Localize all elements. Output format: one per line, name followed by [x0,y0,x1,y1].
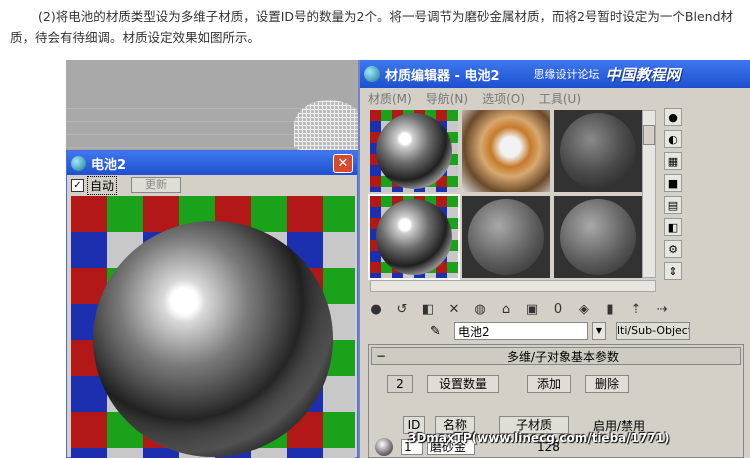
put-library-icon[interactable]: ▣ [522,299,542,319]
render-titlebar[interactable]: 电池2 ✕ [67,151,357,175]
auto-label: 自动 [87,175,118,195]
sample-slot-6[interactable] [554,196,642,278]
render-canvas [71,196,355,458]
collapse-icon: − [376,349,387,363]
sample-sphere [560,199,636,275]
sample-sphere [560,113,636,189]
set-count-button[interactable]: 设置数量 [427,375,499,393]
update-button[interactable]: 更新 [131,177,182,193]
get-material-icon[interactable]: ● [366,299,386,319]
uv-tiling-icon[interactable]: ▤ [664,196,682,214]
show-end-result-icon[interactable]: ▮ [600,299,620,319]
render-toolbar: ✓ 自动 更新 [67,175,357,195]
render-window-icon [71,155,86,171]
wireframe-object [294,100,364,150]
checker-icon[interactable]: ▦ [664,152,682,170]
go-parent-icon[interactable]: ⇡ [626,299,646,319]
navigator-icon[interactable]: ⇕ [664,262,682,280]
sample-slot-5[interactable] [462,196,550,278]
forum-text: 思缘设计论坛 [533,68,600,81]
delete-button[interactable]: 删除 [585,375,629,393]
count-controls: 2 设置数量 添加 删除 [369,373,743,395]
material-name-field[interactable]: 电池2 [454,322,588,340]
sample-slot-1[interactable] [370,110,458,192]
backlight-icon[interactable]: ◐ [664,130,682,148]
editor-toolbar: ● ↺ ◧ ✕ ◍ ⌂ ▣ 0 ◈ ▮ ⇡ ⇢ [366,298,746,320]
assign-material-icon[interactable]: ◧ [418,299,438,319]
slots-hscrollbar[interactable] [370,280,656,292]
rollout-title: 多维/子对象基本参数 [507,349,620,364]
count-field[interactable]: 2 [387,375,413,393]
submaterial-preview-icon [375,438,393,456]
material-id-icon[interactable]: 0 [548,299,568,319]
material-editor-title: 材质编辑器 - 电池2 [385,68,500,84]
go-sibling-icon[interactable]: ⇢ [652,299,672,319]
menu-navigation[interactable]: 导航(N) [426,90,468,107]
material-editor-titlebar[interactable]: 材质编辑器 - 电池2 思缘设计论坛 中国教程网 [360,60,750,88]
sample-sphere [376,199,452,275]
close-icon[interactable]: ✕ [333,153,353,173]
options-icon[interactable]: ⚙ [664,240,682,258]
render-title: 电池2 [91,157,127,173]
copy-material-icon[interactable]: ◍ [470,299,490,319]
material-type-button[interactable]: lti/Sub-Object [616,322,690,340]
put-material-icon[interactable]: ↺ [392,299,412,319]
sample-slot-4[interactable] [368,194,460,280]
menu-options[interactable]: 选项(O) [482,90,525,107]
article-text: (2)将电池的材质类型设为多维子材质，设置ID号的数量为2个。将一号调节为磨砂金… [10,6,740,48]
render-window[interactable]: 电池2 ✕ ✓ 自动 更新 [66,150,358,458]
screenshot: 电池2 ✕ ✓ 自动 更新 材质编辑器 - 电池2 思缘设计论坛 中国教程网 材… [66,60,750,458]
sample-slots [368,110,642,280]
add-button[interactable]: 添加 [527,375,571,393]
brand-text: 中国教程网 [605,65,681,84]
dropdown-icon[interactable]: ▼ [592,322,606,340]
article-line-2: 质，待会有待细调。材质设定效果如图所示。 [10,30,261,45]
background-icon[interactable]: ■ [664,174,682,192]
article-line-1: (2)将电池的材质类型设为多维子材质，设置ID号的数量为2个。将一号调节为磨砂金… [38,9,734,24]
menu-material[interactable]: 材质(M) [368,90,412,107]
show-map-icon[interactable]: ◈ [574,299,594,319]
menu-bar: 材质(M) 导航(N) 选项(O) 工具(U) [360,88,750,108]
material-editor-icon [364,66,380,82]
side-toolbar: ● ◐ ▦ ■ ▤ ◧ ⚙ ⇕ [664,108,684,284]
scroll-thumb[interactable] [643,125,655,145]
sample-sphere [468,199,544,275]
make-unique-icon[interactable]: ⌂ [496,299,516,319]
video-color-icon[interactable]: ◧ [664,218,682,236]
sample-slot-3[interactable] [554,110,642,192]
sample-sphere [376,113,452,189]
reset-material-icon[interactable]: ✕ [444,299,464,319]
sphere-icon[interactable]: ● [664,108,682,126]
slots-scrollbar[interactable] [642,110,656,278]
watermark: 3DmaxTP(www.linecg.com/tieba/1771) [408,431,670,445]
material-editor[interactable]: 材质编辑器 - 电池2 思缘设计论坛 中国教程网 材质(M) 导航(N) 选项(… [358,60,750,458]
sample-slot-2[interactable] [462,110,550,192]
pick-material-icon[interactable]: ✎ [430,324,450,339]
rollout-header[interactable]: − 多维/子对象基本参数 [371,347,741,365]
rendered-sphere [93,221,333,457]
auto-checkbox[interactable]: ✓ [71,178,84,192]
material-name-row: ✎ 电池2 ▼ lti/Sub-Object [430,322,750,340]
menu-tools[interactable]: 工具(U) [539,90,581,107]
